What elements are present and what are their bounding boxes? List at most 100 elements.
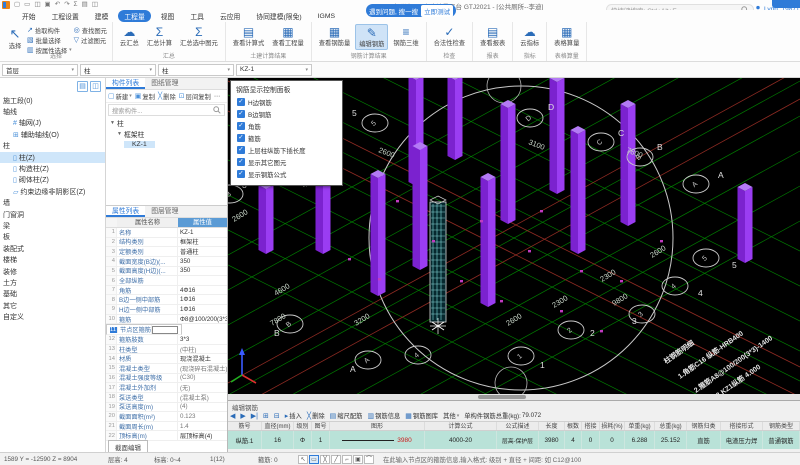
- tab-IGMS[interactable]: IGMS: [312, 12, 341, 21]
- ribbon-button-云指标[interactable]: ☁云指标: [517, 24, 542, 48]
- component-toolbar-层间复制[interactable]: ⊡层间复制: [179, 92, 211, 101]
- component-toolbar-复制[interactable]: ▣复制: [135, 92, 155, 101]
- property-row[interactable]: 9H边一侧中部筋1Φ16: [106, 305, 227, 315]
- rebar-option-箍筋[interactable]: ✓箍筋: [231, 132, 342, 144]
- draw-tool-icon[interactable]: ╱: [331, 455, 341, 464]
- property-row[interactable]: 21截面周长(m)1.4: [106, 422, 227, 432]
- rebar-toolbar-其他[interactable]: 其他▾: [443, 411, 459, 420]
- ribbon-button-汇总选中图元[interactable]: Σ汇总选中图元: [177, 24, 221, 48]
- property-row[interactable]: 10箍筋Φ8@100/200(3*3): [106, 315, 227, 325]
- sidebar-item-柱[interactable]: 柱: [0, 141, 105, 152]
- property-row[interactable]: 5截面高度(H边)(...350: [106, 267, 227, 277]
- draw-tool-icon[interactable]: ▭: [309, 455, 319, 464]
- tab-构件列表[interactable]: 构件列表: [106, 78, 145, 89]
- rebar-option-显示钢筋公式[interactable]: ✓显示钢筋公式: [231, 168, 342, 180]
- help-pill[interactable]: 遇到问题, 搜一搜 立即测试: [366, 4, 456, 17]
- tab-工程量[interactable]: 工程量: [118, 10, 150, 22]
- property-row[interactable]: 18泵送类型(混凝土泵): [106, 393, 227, 403]
- draw-tool-icon[interactable]: ↖: [298, 455, 308, 464]
- new-icon[interactable]: ▢: [14, 0, 20, 10]
- property-row[interactable]: 15混凝土类型(现浇碎石混凝土): [106, 364, 227, 374]
- property-row[interactable]: 17混凝土外加剂(无): [106, 383, 227, 393]
- sidebar-item-装修[interactable]: 装修: [0, 266, 105, 277]
- sidebar-item-门窗洞[interactable]: 门窗洞: [0, 209, 105, 220]
- nav-grid-view-icon[interactable]: ◫: [90, 81, 101, 92]
- ribbon-button-合法性检查[interactable]: ✓合法性检查: [431, 24, 468, 48]
- rebar-nav-icon[interactable]: ⊞: [263, 412, 269, 420]
- checkbox-checked-icon[interactable]: ✓: [237, 146, 245, 154]
- property-row[interactable]: 19泵送高度(m)(4): [106, 403, 227, 413]
- draw-tool-icon[interactable]: ▣: [353, 455, 363, 464]
- rebar-nav-icon[interactable]: ▶|: [251, 412, 258, 420]
- component-toolbar-新建[interactable]: ▢新建▾: [108, 92, 132, 101]
- sidebar-item-梁[interactable]: 梁: [0, 220, 105, 231]
- sidebar-item-装配式[interactable]: 装配式: [0, 243, 105, 254]
- rebar-option-角筋[interactable]: ✓角筋: [231, 120, 342, 132]
- rebar-toolbar-删除[interactable]: ╳删除: [307, 411, 325, 420]
- tab-视图[interactable]: 视图: [155, 10, 181, 22]
- ribbon-button-编辑钢筋[interactable]: ✎编辑钢筋: [355, 24, 388, 50]
- rebar-option-H边钢筋[interactable]: ✓H边钢筋: [231, 96, 342, 108]
- ribbon-button-查看报表[interactable]: ▤查看报表: [477, 24, 508, 48]
- try-now-button[interactable]: 立即测试: [421, 5, 453, 17]
- rebar-option-显示其它图元[interactable]: ✓显示其它图元: [231, 156, 342, 168]
- sidebar-item-墙[interactable]: 墙: [0, 198, 105, 209]
- ribbon-button-云汇总[interactable]: ☁云汇总: [117, 24, 142, 48]
- component-tree-item-框架柱[interactable]: ▼框架柱: [106, 128, 227, 139]
- rebar-option-上层柱纵筋下插长度[interactable]: ✓上层柱纵筋下插长度: [231, 144, 342, 156]
- checkbox-checked-icon[interactable]: ✓: [237, 122, 245, 130]
- rebar-nav-icon[interactable]: ◀: [230, 412, 235, 420]
- tab-开始[interactable]: 开始: [16, 10, 42, 22]
- tab-云应用[interactable]: 云应用: [214, 10, 246, 22]
- sidebar-item-约束边缘非阴影区(Z)[interactable]: ▱约束边缘非阴影区(Z): [0, 186, 105, 197]
- nav-list-view-icon[interactable]: ▤: [77, 81, 88, 92]
- property-row[interactable]: 1名称KZ-1: [106, 228, 227, 238]
- draw-tool-icon[interactable]: ⌒: [364, 455, 374, 464]
- redo-icon[interactable]: ↷: [64, 0, 69, 10]
- ribbon-button-拾取构件[interactable]: ↗拾取构件: [27, 25, 72, 35]
- checkbox-checked-icon[interactable]: ✓: [237, 98, 245, 106]
- rebar-toolbar-钢筋信息[interactable]: ▥钢筋信息: [367, 411, 400, 420]
- tab-工具[interactable]: 工具: [184, 10, 210, 22]
- rebar-option-B边钢筋[interactable]: ✓B边钢筋: [231, 108, 342, 120]
- component-tree-item-柱[interactable]: ▼柱: [106, 117, 227, 128]
- draw-tool-icon[interactable]: ⌐: [342, 455, 352, 464]
- checkbox-checked-icon[interactable]: ✓: [237, 134, 245, 142]
- property-row[interactable]: 8B边一侧中部筋1Φ16: [106, 295, 227, 305]
- checkbox-checked-icon[interactable]: ✓: [237, 170, 245, 178]
- ribbon-button-钢筋三维[interactable]: ≡钢筋三维: [390, 24, 421, 48]
- tab-协同建模(限免)[interactable]: 协同建模(限免): [250, 10, 307, 22]
- draw-tool-icon[interactable]: ╳: [320, 455, 330, 464]
- ribbon-button-查看工程量[interactable]: ▦查看工程量: [269, 24, 306, 48]
- rebar-toolbar-缩尺配筋[interactable]: ▤缩尺配筋: [330, 411, 363, 420]
- selector-dropdown-1[interactable]: 柱▾: [80, 64, 156, 76]
- property-value-input[interactable]: [152, 326, 178, 334]
- property-row[interactable]: 13柱类型(中柱): [106, 345, 227, 355]
- rebar-nav-icon[interactable]: ⊟: [274, 412, 280, 420]
- more-button[interactable]: ⋯: [214, 93, 220, 100]
- ribbon-button-汇总计算[interactable]: Σ汇总计算: [144, 24, 175, 48]
- selector-dropdown-3[interactable]: KZ-1▾: [236, 64, 312, 76]
- ribbon-button-查看钢筋量[interactable]: ▦查看钢筋量: [316, 24, 353, 48]
- sidebar-item-轴网(J)[interactable]: #轴网(J): [0, 118, 105, 129]
- ribbon-button-批量选择[interactable]: ▧批量选择: [27, 35, 72, 45]
- ribbon-button-选择[interactable]: ↖选择: [3, 24, 27, 50]
- rebar-table-row[interactable]: 纵筋.116Φ139804000-20层高-保护层39804006.28825.…: [228, 431, 800, 449]
- sidebar-item-构造柱(Z)[interactable]: ▯构造柱(Z): [0, 163, 105, 174]
- property-row[interactable]: 7角筋4Φ16: [106, 286, 227, 296]
- sidebar-item-砌体柱(Z)[interactable]: ▯砌体柱(Z): [0, 175, 105, 186]
- view-icon[interactable]: ▤: [82, 0, 88, 10]
- open-icon[interactable]: ▭: [24, 0, 30, 10]
- ribbon-button-过滤图元[interactable]: ▽过滤图元: [74, 35, 107, 45]
- sidebar-item-柱(Z)[interactable]: ▯柱(Z): [0, 152, 105, 163]
- sidebar-item-其它[interactable]: 其它: [0, 300, 105, 311]
- ribbon-button-查看计算式[interactable]: ▤查看计算式: [230, 24, 267, 48]
- tab-工程设置[interactable]: 工程设置: [46, 10, 85, 22]
- component-tree-item-KZ-1[interactable]: KZ-1: [106, 139, 227, 150]
- notification-badge[interactable]: [772, 0, 800, 8]
- checkbox-checked-icon[interactable]: ✓: [237, 158, 245, 166]
- selector-dropdown-0[interactable]: 首层▾: [2, 64, 78, 76]
- property-row[interactable]: 3定额类别普通柱: [106, 247, 227, 257]
- save-as-icon[interactable]: ▣: [44, 0, 50, 10]
- rebar-toolbar-插入[interactable]: ▸插入: [285, 411, 302, 420]
